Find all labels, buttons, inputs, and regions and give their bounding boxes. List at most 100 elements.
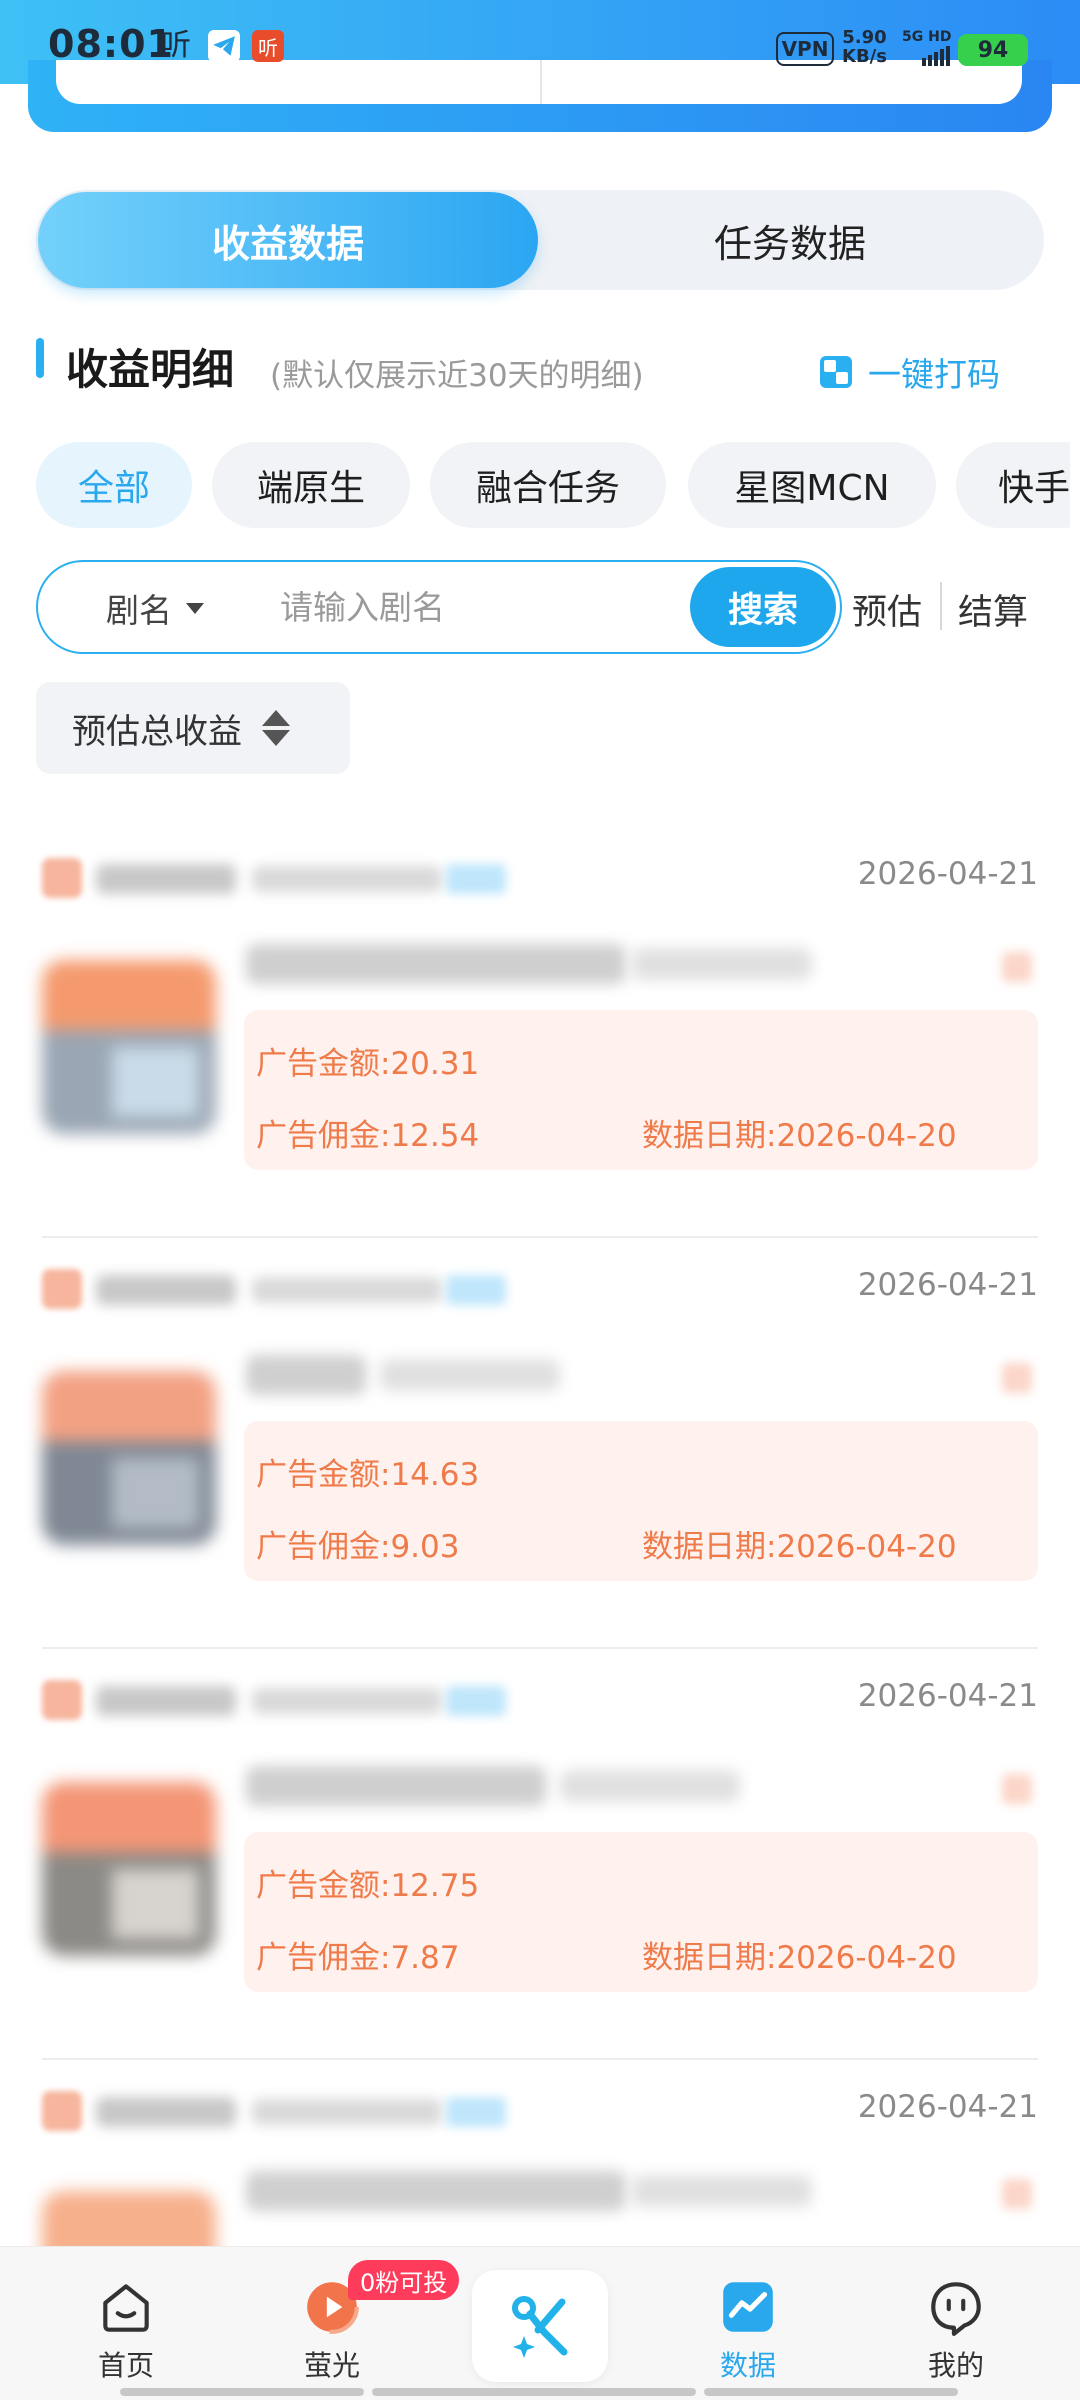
account-tag-redacted (446, 1275, 506, 1305)
earnings-record[interactable]: 2026-04-21 广告金额:12.75 广告佣金:7.87 数据日期:202… (0, 1664, 1080, 2075)
account-avatar (42, 2091, 82, 2131)
account-avatar (42, 858, 82, 898)
section-subtitle: (默认仅展示近30天的明细) (270, 358, 644, 394)
account-tag-redacted (446, 2097, 506, 2127)
drama-title-redacted (246, 944, 626, 984)
ad-amount: 广告金额:20.31 (256, 1046, 480, 1082)
status-badge-redacted (1002, 1774, 1032, 1804)
toggle-settle[interactable]: 结算 (958, 584, 1028, 635)
account-tag-redacted (446, 864, 506, 894)
filter-chip-fusion-task[interactable]: 融合任务 (430, 442, 666, 528)
search-button[interactable]: 搜索 (690, 567, 836, 647)
account-id-redacted (252, 2099, 442, 2125)
toggle-estimate[interactable]: 预估 (852, 584, 922, 635)
earnings-record[interactable]: 2026-04-21 (0, 2075, 1080, 2246)
mosaic-icon (820, 356, 852, 388)
drama-id-redacted (560, 1770, 740, 1802)
ad-commission: 广告佣金:7.87 (256, 1940, 460, 1976)
gesture-bar-segment (120, 2388, 364, 2396)
ad-commission: 广告佣金:12.54 (256, 1118, 480, 1154)
speed-value: 5.90 (842, 27, 887, 48)
tab-earnings-data[interactable]: 收益数据 (38, 192, 538, 288)
account-name-redacted (96, 2097, 236, 2127)
drama-title-redacted (246, 2171, 626, 2211)
signal-bars-icon (922, 46, 950, 66)
section-title: 收益明细 (66, 345, 235, 394)
search-type-label: 剧名 (106, 591, 172, 630)
filter-chip-star-mcn[interactable]: 星图MCN (688, 442, 936, 528)
account-tag-redacted (446, 1686, 506, 1716)
data-date: 数据日期:2026-04-20 (642, 1529, 957, 1565)
record-divider (42, 2058, 1038, 2060)
status-badge-redacted (1002, 952, 1032, 982)
vpn-icon: VPN (776, 32, 834, 66)
section-accent-bar (36, 338, 44, 378)
nav-mine[interactable]: 我的 (896, 2276, 1016, 2384)
quick-code-label: 一键打码 (868, 355, 1000, 394)
speed-unit: KB/s (842, 46, 887, 67)
drama-thumbnail (42, 960, 216, 1134)
network-type: 5G HD (902, 29, 952, 45)
account-name-redacted (96, 1275, 236, 1305)
record-date: 2026-04-21 (857, 2089, 1038, 2125)
filter-chip-all[interactable]: 全部 (36, 442, 192, 528)
drama-title-redacted (246, 1355, 366, 1395)
firefly-badge: 0粉可投 (348, 2260, 460, 2300)
gesture-bar[interactable] (372, 2388, 696, 2396)
nav-mine-label: 我的 (927, 2349, 984, 2382)
record-date: 2026-04-21 (857, 1678, 1038, 1714)
nav-data-label: 数据 (719, 2349, 776, 2382)
ad-commission: 广告佣金:9.03 (256, 1529, 460, 1565)
account-name-redacted (96, 1686, 236, 1716)
toggle-divider (940, 582, 942, 630)
account-id-redacted (252, 1277, 442, 1303)
drama-id-redacted (380, 1359, 560, 1391)
data-date: 数据日期:2026-04-20 (642, 1940, 957, 1976)
filter-chip-kuaishou[interactable]: 快手 (956, 442, 1070, 528)
account-avatar (42, 1680, 82, 1720)
filter-chip-native[interactable]: 端原生 (212, 442, 410, 528)
scissors-icon (512, 2296, 568, 2358)
drama-title-redacted (246, 1766, 546, 1806)
status-time: 08:01 (48, 22, 174, 66)
nav-create-button[interactable] (472, 2270, 608, 2382)
nav-firefly-label: 萤光 (303, 2349, 360, 2382)
drama-thumbnail (42, 1782, 216, 1956)
record-date: 2026-04-21 (857, 856, 1038, 892)
ad-amount: 广告金额:14.63 (256, 1457, 480, 1493)
drama-id-redacted (632, 2175, 812, 2207)
nav-home-label: 首页 (97, 2349, 154, 2382)
tab-task-data[interactable]: 任务数据 (540, 192, 1040, 288)
network-speed: 5.90 KB/s (842, 28, 887, 66)
nav-data[interactable]: 数据 (688, 2276, 808, 2384)
account-avatar (42, 1269, 82, 1309)
red-app-icon: 听 (252, 30, 284, 62)
battery-icon: 94 (958, 34, 1028, 66)
account-id-redacted (252, 866, 442, 892)
account-name-redacted (96, 864, 236, 894)
ting-app-icon: 听 (161, 28, 191, 63)
earnings-record[interactable]: 2026-04-21 广告金额:20.31 广告佣金:12.54 数据日期:20… (0, 842, 1080, 1253)
nav-home[interactable]: 首页 (66, 2276, 186, 2384)
home-icon (103, 2284, 149, 2332)
app-root: 08:01 听 听 VPN 5.90 KB/s 5G HD 94 收益数据 任务… (0, 0, 1080, 2400)
record-divider (42, 1236, 1038, 1238)
drama-thumbnail (42, 1371, 216, 1545)
telegram-icon (208, 30, 240, 62)
ad-amount: 广告金额:12.75 (256, 1868, 480, 1904)
status-badge-redacted (1002, 1363, 1032, 1393)
earnings-record[interactable]: 2026-04-21 广告金额:14.63 广告佣金:9.03 数据日期:202… (0, 1253, 1080, 1664)
search-type-dropdown[interactable]: 剧名 (106, 584, 204, 632)
sort-arrows-icon (262, 710, 290, 746)
sort-total-estimate-button[interactable]: 预估总收益 (36, 682, 350, 774)
quick-code-button[interactable]: 一键打码 (820, 348, 1000, 396)
search-input[interactable] (280, 580, 680, 634)
status-badge-redacted (1002, 2179, 1032, 2209)
drama-thumbnail (42, 2191, 216, 2246)
account-id-redacted (252, 1688, 442, 1714)
header-divider (540, 60, 542, 104)
drama-id-redacted (632, 948, 812, 980)
caret-down-icon (186, 602, 204, 614)
data-chart-icon (723, 2282, 773, 2332)
profile-chat-icon (931, 2282, 981, 2336)
